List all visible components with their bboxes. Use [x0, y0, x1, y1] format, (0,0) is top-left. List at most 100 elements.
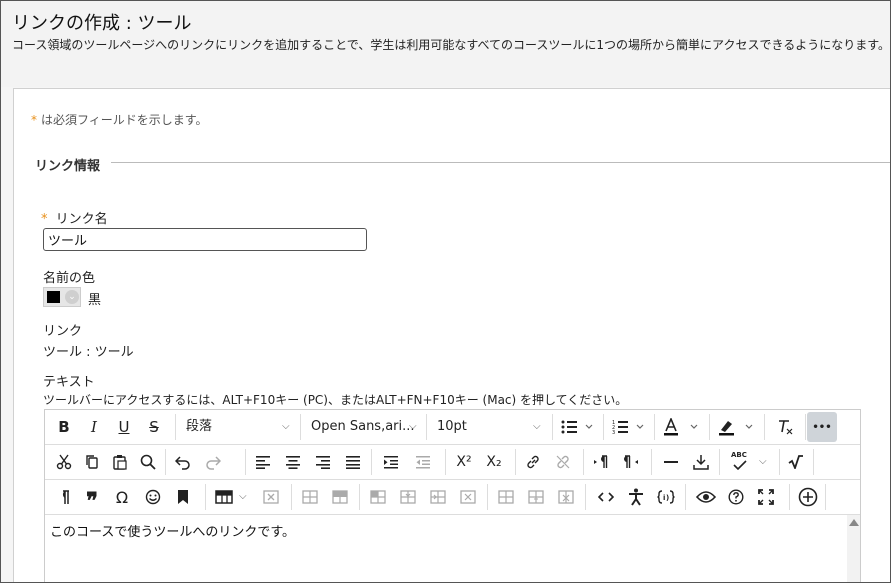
bookmark-icon[interactable] — [169, 480, 197, 514]
unlink-icon[interactable] — [549, 445, 577, 479]
paste-icon[interactable] — [107, 445, 133, 479]
subscript-button[interactable]: X₂ — [479, 445, 509, 479]
svg-text:3: 3 — [612, 430, 615, 435]
align-left-icon[interactable] — [249, 445, 277, 479]
color-picker[interactable]: ⌄ — [43, 287, 81, 307]
code-icon[interactable] — [591, 480, 621, 514]
table-delete-row-icon[interactable] — [551, 480, 581, 514]
section-divider — [111, 162, 890, 163]
bullet-list-button[interactable] — [555, 410, 601, 444]
name-color-label: 名前の色 — [43, 271, 96, 286]
required-note: * は必須フィールドを示します。 — [31, 111, 208, 128]
align-justify-icon[interactable] — [339, 445, 367, 479]
table-row-after-icon[interactable] — [325, 480, 355, 514]
required-note-text: は必須フィールドを示します。 — [41, 113, 208, 127]
rtl-icon[interactable] — [617, 445, 645, 479]
font-dropdown-label: Open Sans,ari... — [311, 419, 415, 434]
chevron-down-icon: ⌵ — [759, 456, 767, 467]
align-right-icon[interactable] — [309, 445, 337, 479]
toolbar-separator — [371, 449, 372, 475]
toolbar-separator — [585, 484, 586, 510]
chevron-down-icon: ⌄ — [65, 290, 79, 304]
font-dropdown[interactable]: Open Sans,ari... ⌵ — [301, 410, 425, 444]
emoji-icon[interactable] — [139, 480, 167, 514]
size-dropdown[interactable]: 10pt ⌵ — [427, 410, 551, 444]
toolbar-separator — [813, 449, 814, 475]
delete-table-icon[interactable] — [257, 480, 285, 514]
horizontal-line-icon[interactable] — [657, 445, 685, 479]
toolbar-separator — [709, 414, 710, 440]
clear-formatting-button[interactable] — [767, 410, 803, 444]
link-name-label: * リンク名 — [41, 208, 108, 227]
paragraph-dropdown[interactable]: 段落 ⌵ — [176, 410, 299, 444]
highlight-color-button[interactable] — [712, 410, 762, 444]
editor-scrollbar[interactable] — [847, 515, 860, 582]
add-content-icon[interactable] — [793, 480, 823, 514]
italic-button[interactable]: I — [81, 410, 107, 444]
insert-content-icon[interactable] — [687, 445, 715, 479]
bold-button[interactable]: B — [51, 410, 77, 444]
page-description: コース領域のツールページへのリンクにリンクを追加することで、学生は利用可能なすべ… — [12, 38, 891, 52]
color-swatch — [47, 291, 60, 303]
strikethrough-button[interactable]: S — [141, 410, 167, 444]
toolbar-separator — [764, 414, 765, 440]
chevron-down-icon: ⌵ — [409, 421, 417, 432]
toolbar-separator — [603, 414, 604, 440]
table-icon — [215, 490, 233, 504]
name-color-value: 黒 — [88, 293, 102, 308]
text-color-button[interactable] — [657, 410, 707, 444]
special-character-button[interactable]: Ω — [107, 480, 137, 514]
blockquote-button[interactable]: ❞ — [79, 480, 105, 514]
toolbar-separator — [165, 449, 166, 475]
link-value: ツール : ツール — [43, 345, 134, 360]
paragraph-mark-icon[interactable] — [51, 480, 77, 514]
search-icon[interactable] — [135, 445, 161, 479]
undo-icon[interactable] — [169, 445, 197, 479]
table-col-after-icon[interactable] — [423, 480, 453, 514]
toolbar-separator — [789, 484, 790, 510]
preview-eye-icon[interactable] — [691, 480, 721, 514]
rich-text-editor: B I U S 段落 ⌵ Open Sans,ari... ⌵ 10pt ⌵ 1… — [44, 409, 861, 582]
copy-icon[interactable] — [79, 445, 105, 479]
fullscreen-icon[interactable] — [751, 480, 781, 514]
page-frame: リンクの作成 : ツール コース領域のツールページへのリンクにリンクを追加するこ… — [0, 0, 891, 583]
math-editor-icon[interactable] — [781, 445, 811, 479]
redo-icon[interactable] — [199, 445, 227, 479]
indent-icon[interactable] — [377, 445, 405, 479]
table-delete-col-icon[interactable] — [453, 480, 483, 514]
form-panel: * は必須フィールドを示します。 リンク情報 * リンク名 名前の色 ⌄ 黒 リン… — [13, 88, 890, 582]
toolbar-separator — [205, 484, 206, 510]
table-row-before-icon[interactable] — [295, 480, 325, 514]
scroll-up-arrow-icon[interactable] — [849, 519, 859, 526]
table-button[interactable]: ⌵ — [209, 480, 255, 514]
toolbar-separator — [583, 449, 584, 475]
link-label: リンク — [43, 324, 83, 339]
table-cell-icon[interactable] — [363, 480, 393, 514]
table-insert-row-icon[interactable] — [491, 480, 521, 514]
numbered-list-button[interactable]: 123 — [606, 410, 652, 444]
spellcheck-button[interactable]: ABC ⌵ — [723, 445, 775, 479]
table-col-before-icon[interactable] — [393, 480, 423, 514]
svg-text:): ) — [666, 494, 669, 502]
more-options-button[interactable]: ••• — [807, 412, 837, 442]
underline-button[interactable]: U — [111, 410, 137, 444]
toolbar-hint: ツールバーにアクセスするには、ALT+F10キー (PC)、またはALT+FN+… — [43, 393, 628, 407]
variables-icon[interactable]: i) — [651, 480, 681, 514]
toolbar-row-3: ❞ Ω ⌵ i) — [45, 480, 860, 515]
accessibility-icon[interactable] — [621, 480, 651, 514]
link-icon[interactable] — [519, 445, 547, 479]
outdent-icon[interactable] — [409, 445, 437, 479]
table-insert-col-icon[interactable] — [521, 480, 551, 514]
editor-content[interactable]: このコースで使うツールへのリンクです。 — [50, 521, 295, 540]
toolbar-separator — [245, 449, 246, 475]
toolbar-separator — [654, 414, 655, 440]
help-icon[interactable] — [721, 480, 751, 514]
toolbar-row-1: B I U S 段落 ⌵ Open Sans,ari... ⌵ 10pt ⌵ 1… — [45, 410, 860, 445]
cut-icon[interactable] — [51, 445, 77, 479]
superscript-button[interactable]: X² — [449, 445, 479, 479]
spellcheck-label: ABC — [731, 451, 747, 459]
ltr-icon[interactable] — [587, 445, 615, 479]
link-name-input[interactable] — [43, 228, 367, 251]
align-center-icon[interactable] — [279, 445, 307, 479]
page-header: リンクの作成 : ツール コース領域のツールページへのリンクにリンクを追加するこ… — [1, 1, 890, 87]
